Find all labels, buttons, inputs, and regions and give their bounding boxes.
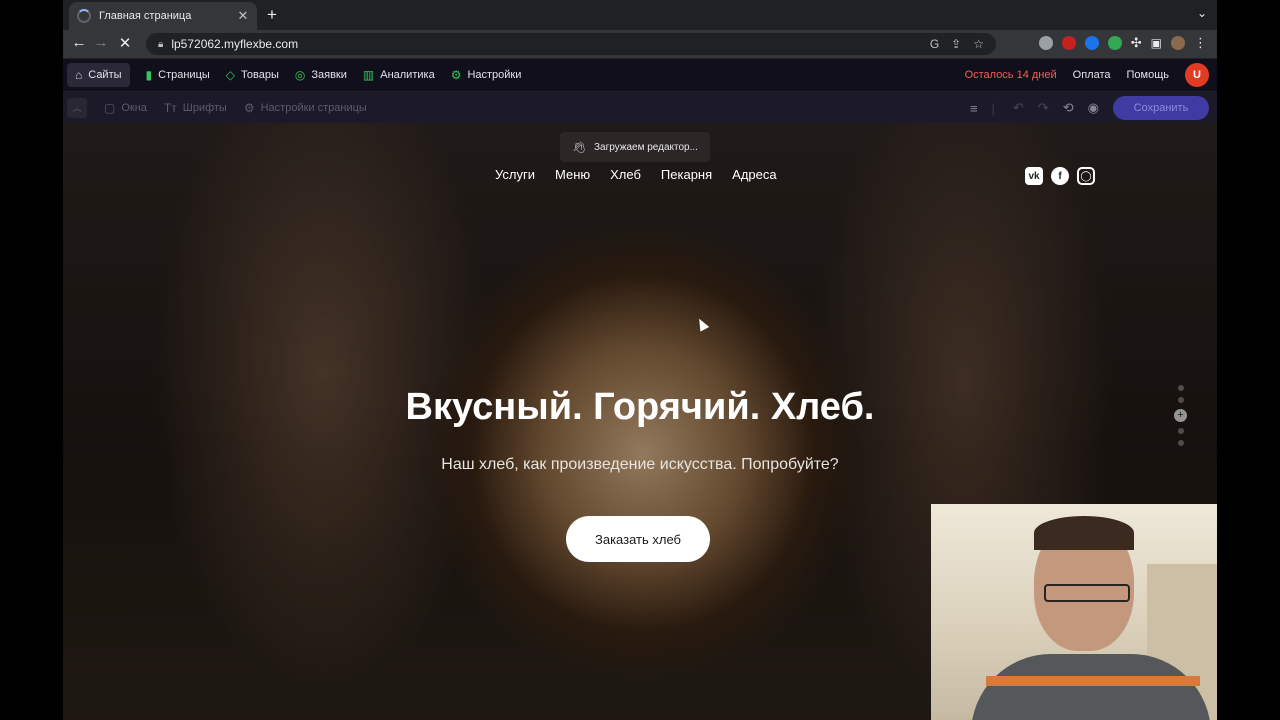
site-nav: Услуги Меню Хлеб Пекарня Адреса [495, 167, 797, 182]
bookmark-star-icon[interactable]: ☆ [973, 37, 984, 51]
hero-title: Вкусный. Горячий. Хлеб. [405, 386, 875, 428]
tab-strip: Главная страница ✕ + ⌄ [63, 0, 1217, 30]
vk-icon[interactable]: vk [1025, 167, 1043, 185]
editor-toolbar: ︿ ▢ Окна Tт Шрифты ⚙ Настройки страницы … [63, 92, 1217, 123]
menu-sites-label: Сайты [88, 69, 122, 81]
nav-services[interactable]: Услуги [495, 167, 535, 182]
app-menu-bar: ⌂ Сайты ▮ Страницы ◇ Товары ◎ Заявки ▥ А… [63, 59, 1217, 91]
kebab-menu-icon[interactable]: ⋮ [1194, 35, 1207, 51]
trial-days-left[interactable]: Осталось 14 дней [965, 69, 1057, 81]
extension-gray-icon[interactable] [1038, 36, 1053, 50]
url-field[interactable]: 🔒︎ lp572062.myflexbe.com G ⇪ ☆ [146, 33, 996, 55]
webcam-overlay [931, 504, 1217, 720]
home-icon: ⌂ [75, 68, 83, 82]
add-section-icon[interactable]: + [1174, 409, 1187, 422]
nav-addresses[interactable]: Адреса [732, 167, 776, 182]
tag-icon: ◇ [225, 68, 236, 82]
toolbar-right: ≡ | ↶ ↷ ⟲ ◉ Сохранить [970, 96, 1209, 120]
chart-icon: ▥ [362, 68, 375, 82]
side-panel-icon[interactable]: ▣ [1151, 36, 1162, 50]
instagram-icon[interactable]: ◯ [1077, 167, 1095, 185]
section-controls: + [1174, 385, 1187, 446]
forward-icon[interactable]: → [91, 34, 111, 51]
new-tab-icon[interactable]: + [267, 5, 277, 25]
menu-pages-label: Страницы [158, 69, 210, 81]
hero-section: 👋︎ Загружаем редактор... Услуги Меню Хле… [63, 123, 1217, 720]
nav-bakery[interactable]: Пекарня [661, 167, 712, 182]
google-icon[interactable]: G [930, 37, 939, 51]
menu-pages[interactable]: ▮ Страницы [146, 68, 210, 82]
lock-icon: 🔒︎ [158, 38, 164, 50]
stop-icon[interactable]: ✕ [115, 34, 135, 52]
extension-green-icon[interactable] [1107, 36, 1122, 50]
toast-text: Загружаем редактор... [593, 141, 698, 153]
menu-settings-label: Настройки [467, 69, 522, 81]
loading-spinner-icon [77, 9, 91, 23]
window-icon: ▢ [104, 100, 116, 115]
presenter-hair [1034, 516, 1134, 550]
pages-icon: ▮ [145, 68, 153, 82]
section-dot[interactable] [1177, 428, 1184, 434]
order-bread-button[interactable]: Заказать хлеб [566, 516, 710, 562]
menu-settings[interactable]: ⚙ Настройки [451, 68, 522, 82]
loading-toast: 👋︎ Загружаем редактор... [560, 132, 710, 162]
fonts-label: Шрифты [182, 101, 227, 114]
extension-blue-icon[interactable] [1084, 36, 1099, 50]
close-tab-icon[interactable]: ✕ [235, 8, 251, 24]
divider: | [991, 100, 995, 116]
url-text: lp572062.myflexbe.com [171, 37, 299, 51]
profile-avatar[interactable] [1171, 36, 1185, 50]
back-icon[interactable]: ← [69, 34, 89, 51]
windows-label: Окна [121, 101, 147, 114]
font-icon: Tт [163, 100, 177, 115]
menu-analytics-label: Аналитика [380, 69, 435, 81]
appbar-right: Осталось 14 дней Оплата Помощь U [965, 63, 1209, 87]
history-icon[interactable]: ⟲ [1063, 100, 1074, 116]
extensions-area: ✣ ▣ ⋮ [1038, 35, 1207, 51]
browser-window: Главная страница ✕ + ⌄ ← → ✕ 🔒︎ lp572062… [63, 0, 1217, 720]
shirt-stripe [986, 676, 1200, 686]
extension-red-icon[interactable] [1061, 36, 1076, 50]
tab-title: Главная страница [99, 10, 192, 22]
target-icon: ◎ [294, 68, 306, 82]
browser-tab[interactable]: Главная страница ✕ [69, 2, 257, 30]
preview-eye-icon[interactable]: ◉ [1088, 100, 1099, 116]
menu-sites[interactable]: ⌂ Сайты [67, 63, 130, 87]
waving-hand-icon: 👋︎ [572, 141, 586, 154]
windows-button[interactable]: ▢ Окна [104, 101, 147, 115]
collapse-icon[interactable]: ︿ [67, 97, 87, 118]
menu-products[interactable]: ◇ Товары [226, 68, 279, 82]
fonts-button[interactable]: Tт Шрифты [164, 101, 227, 115]
page-settings-icon: ⚙ [243, 100, 255, 115]
gear-icon: ⚙ [450, 68, 462, 82]
glasses [1044, 584, 1130, 602]
hero-subtitle: Наш хлеб, как произведение искусства. По… [441, 456, 839, 473]
menu-requests[interactable]: ◎ Заявки [295, 68, 347, 82]
redo-icon[interactable]: ↷ [1038, 100, 1049, 116]
page-settings-label: Настройки страницы [260, 101, 367, 114]
save-button[interactable]: Сохранить [1113, 96, 1209, 120]
puzzle-icon[interactable]: ✣ [1131, 35, 1142, 51]
help-link[interactable]: Помощь [1127, 69, 1170, 81]
undo-icon[interactable]: ↶ [1013, 100, 1024, 116]
menu-analytics[interactable]: ▥ Аналитика [363, 68, 435, 82]
user-avatar[interactable]: U [1185, 63, 1209, 87]
section-dot[interactable] [1177, 440, 1184, 446]
share-icon[interactable]: ⇪ [951, 37, 961, 51]
menu-products-label: Товары [241, 69, 279, 81]
social-links: vk f ◯ [1025, 167, 1095, 185]
address-bar: ← → ✕ 🔒︎ lp572062.myflexbe.com G ⇪ ☆ ✣ ▣… [63, 30, 1217, 58]
payment-link[interactable]: Оплата [1073, 69, 1111, 81]
tab-search-chevron-icon[interactable]: ⌄ [1197, 6, 1207, 20]
nav-bread[interactable]: Хлеб [610, 167, 641, 182]
nav-menu[interactable]: Меню [555, 167, 590, 182]
section-dot[interactable] [1177, 385, 1184, 391]
menu-requests-label: Заявки [311, 69, 347, 81]
page-settings-button[interactable]: ⚙ Настройки страницы [244, 101, 367, 115]
sliders-icon[interactable]: ≡ [970, 101, 978, 116]
facebook-icon[interactable]: f [1051, 167, 1069, 185]
section-dot[interactable] [1177, 397, 1184, 403]
